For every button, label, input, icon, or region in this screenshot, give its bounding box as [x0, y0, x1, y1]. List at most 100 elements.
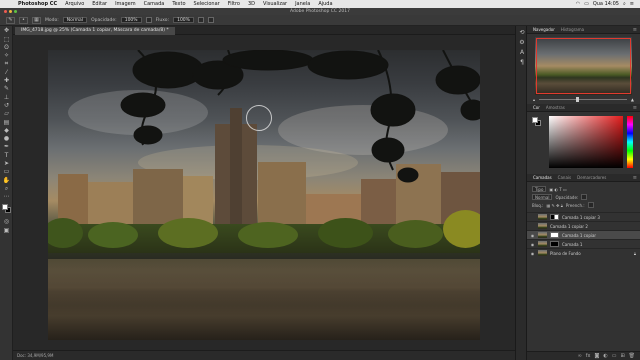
adjustment-layer-icon[interactable]: ◐ — [603, 353, 607, 359]
layer-mask-thumbnail[interactable] — [550, 214, 559, 220]
zoom-window-button[interactable] — [14, 10, 17, 13]
layer-style-icon[interactable]: fx — [586, 353, 591, 359]
menu-app-name[interactable]: Photoshop CC — [14, 0, 61, 8]
zoom-slider-knob[interactable] — [575, 97, 579, 102]
layer-name[interactable]: Camada 1 copiar — [562, 233, 596, 238]
navigator-view-box[interactable] — [536, 38, 631, 94]
menu-camada[interactable]: Camada — [140, 0, 169, 8]
tab-swatches[interactable]: Amostras — [546, 105, 565, 110]
zoom-out-icon[interactable]: ▴ — [533, 97, 535, 102]
move-tool-icon[interactable]: ✥ — [2, 27, 11, 34]
clock[interactable]: Qua 14:05 — [593, 1, 619, 7]
layer-mask-thumbnail[interactable] — [550, 241, 559, 247]
crop-tool-icon[interactable]: ⌗ — [2, 60, 11, 67]
quick-mask-icon[interactable]: ◎ — [2, 218, 11, 225]
path-selection-tool-icon[interactable]: ➤ — [2, 160, 11, 167]
eyedropper-tool-icon[interactable]: ⁄ — [2, 69, 11, 76]
layer-mask-thumbnail[interactable] — [550, 232, 559, 238]
wifi-icon[interactable]: ◠ — [576, 1, 580, 7]
layer-name[interactable]: Camada 1 copiar 3 — [562, 215, 600, 220]
history-panel-icon[interactable]: ⟲ — [518, 29, 526, 36]
eraser-tool-icon[interactable]: ▱ — [2, 110, 11, 117]
layer-name[interactable]: Camada 1 copiar 2 — [550, 224, 588, 229]
menu-texto[interactable]: Texto — [168, 0, 189, 8]
hand-tool-icon[interactable]: ✋ — [2, 177, 11, 184]
healing-brush-tool-icon[interactable]: ✚ — [2, 77, 11, 84]
paragraph-panel-icon[interactable]: ¶ — [518, 59, 526, 66]
type-tool-icon[interactable]: T — [2, 152, 11, 159]
marquee-tool-icon[interactable]: ⬚ — [2, 36, 11, 43]
layer-row[interactable]: Camada 1 copiar 3 — [527, 212, 640, 221]
eye-icon[interactable]: ◉ — [530, 251, 535, 256]
zoom-tool-icon[interactable]: ⌕ — [2, 185, 11, 192]
document-size-status[interactable]: Doc: 34,9M/95,9M — [17, 353, 53, 358]
brush-tool-icon[interactable]: ✎ — [2, 85, 11, 92]
panel-menu-icon[interactable]: ≡ — [633, 174, 637, 182]
layer-opacity-field[interactable] — [581, 194, 588, 200]
foreground-color-swatch[interactable] — [2, 204, 8, 211]
eye-icon[interactable]: ◉ — [530, 242, 535, 247]
brush-panel-toggle-icon[interactable]: ▦ — [32, 16, 41, 24]
new-layer-icon[interactable]: ⊞ — [620, 353, 624, 359]
menu-selecionar[interactable]: Selecionar — [190, 0, 224, 8]
airbrush-icon[interactable] — [197, 17, 204, 23]
fill-field[interactable] — [587, 202, 594, 208]
screen-mode-icon[interactable]: ▣ — [2, 227, 11, 234]
blur-tool-icon[interactable]: ◆ — [2, 127, 11, 134]
hue-slider[interactable] — [627, 116, 633, 168]
battery-icon[interactable]: ▭ — [584, 1, 589, 7]
clone-stamp-tool-icon[interactable]: ⊥ — [2, 94, 11, 101]
canvas-area[interactable] — [13, 35, 515, 350]
zoom-in-icon[interactable]: ▲ — [631, 97, 634, 102]
menu-list-icon[interactable]: ≡ — [630, 1, 634, 7]
properties-panel-icon[interactable]: ⚙ — [518, 39, 526, 46]
eye-icon[interactable]: ◉ — [530, 233, 535, 238]
menu-ajuda[interactable]: Ajuda — [314, 0, 336, 8]
layer-row[interactable]: ◉ Camada 1 — [527, 239, 640, 248]
tab-histogram[interactable]: Histograma — [561, 27, 584, 32]
minimize-window-button[interactable] — [9, 10, 12, 13]
pen-tool-icon[interactable]: ✒ — [2, 143, 11, 150]
more-tools-icon[interactable]: ⋯ — [2, 193, 11, 200]
layer-row[interactable]: Camada 1 copiar 2 — [527, 221, 640, 230]
add-mask-icon[interactable]: ◙ — [594, 353, 599, 359]
tab-color[interactable]: Cor — [533, 105, 540, 110]
quick-selection-tool-icon[interactable]: ✧ — [2, 52, 11, 59]
tab-paths[interactable]: Demarcadores — [577, 175, 606, 180]
shape-tool-icon[interactable]: ▭ — [2, 168, 11, 175]
color-picker-field[interactable] — [549, 116, 623, 168]
layer-row[interactable]: ◉ Camada 1 copiar — [527, 230, 640, 239]
navigator-thumbnail[interactable] — [535, 37, 632, 95]
lock-icons[interactable]: ▦ ✎ ✥ 🔒︎ — [546, 203, 562, 208]
blend-mode-select[interactable]: Normal — [532, 194, 553, 200]
layer-row[interactable]: ◉ Plano de Fundo 🔒︎ — [527, 248, 640, 257]
menu-editar[interactable]: Editar — [88, 0, 111, 8]
history-brush-tool-icon[interactable]: ↺ — [2, 102, 11, 109]
new-group-icon[interactable]: ▭ — [612, 353, 617, 359]
foreground-color-swatch[interactable] — [532, 117, 538, 123]
zoom-slider[interactable] — [539, 97, 627, 102]
tab-navigator[interactable]: Navegador — [533, 27, 555, 32]
document-tab[interactable]: IMG_4718.jpg @ 25% (Camada 1 copiar, Más… — [15, 27, 175, 35]
brush-tool-preset-icon[interactable]: ✎ — [6, 16, 15, 24]
tab-channels[interactable]: Canais — [558, 175, 571, 180]
mode-select[interactable]: Normal — [62, 17, 88, 23]
menu-janela[interactable]: Janela — [291, 0, 314, 8]
close-window-button[interactable] — [4, 10, 7, 13]
search-icon[interactable]: ⌕ — [623, 1, 626, 7]
panel-menu-icon[interactable]: ≡ — [633, 104, 637, 112]
menu-visualizar[interactable]: Visualizar — [259, 0, 291, 8]
brush-size-picker[interactable]: • — [19, 16, 28, 24]
document-image[interactable] — [48, 50, 480, 340]
gradient-tool-icon[interactable]: ▤ — [2, 119, 11, 126]
lasso-tool-icon[interactable]: ʘ — [2, 44, 11, 51]
link-layers-icon[interactable]: ∞ — [578, 353, 582, 359]
layer-filter-select[interactable]: Tipo — [532, 186, 547, 192]
layer-name[interactable]: Camada 1 — [562, 242, 582, 247]
color-swatches[interactable] — [1, 203, 12, 215]
menu-arquivo[interactable]: Arquivo — [61, 0, 88, 8]
filter-icons[interactable]: ▣ ◐ T ▭ — [549, 187, 566, 192]
character-panel-icon[interactable]: A — [518, 49, 526, 56]
tab-layers[interactable]: Camadas — [533, 175, 552, 180]
layer-name[interactable]: Plano de Fundo — [550, 251, 581, 256]
